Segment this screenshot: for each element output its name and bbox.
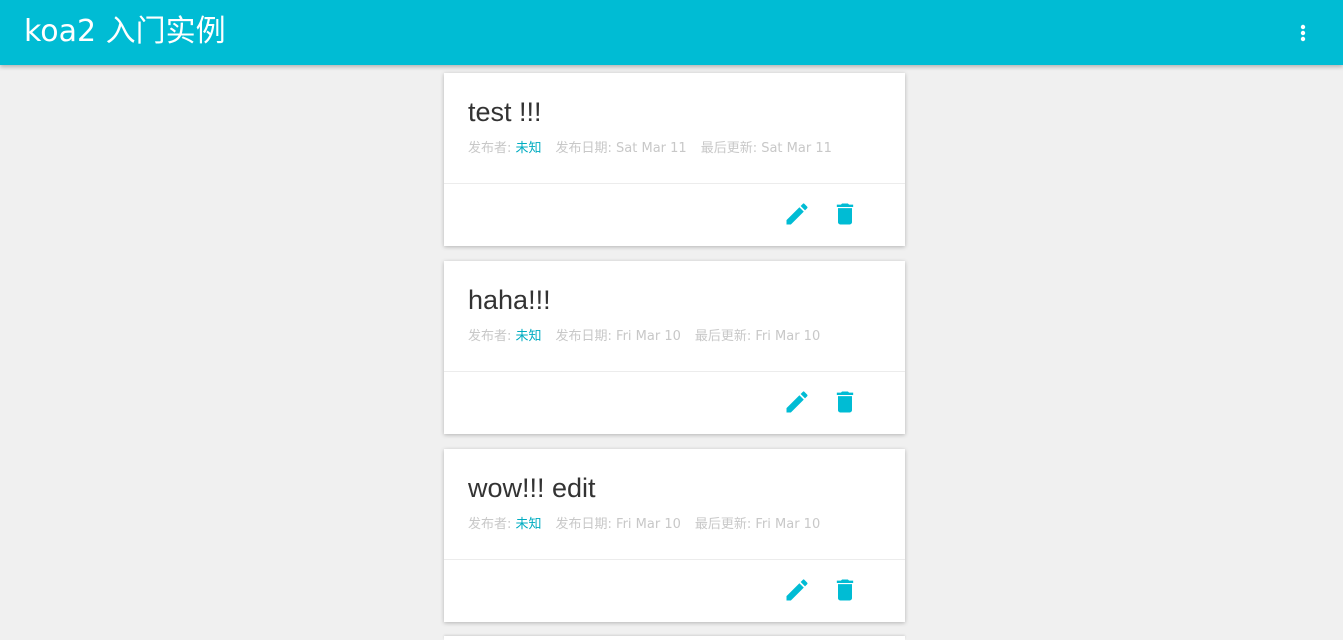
pencil-icon xyxy=(786,203,808,225)
post-card: wow!!! edit 发布者: 未知 发布日期: Fri Mar 10 最后更新:… xyxy=(444,449,905,622)
card-actions xyxy=(444,560,905,622)
updated-label: 最后更新: xyxy=(694,329,756,344)
post-list: test !!! 发布者: 未知 发布日期: Sat Mar 11 最后更新: Sa… xyxy=(444,73,905,637)
more-vert-icon xyxy=(1300,24,1306,42)
updated-value: Fri Mar 10 xyxy=(755,517,821,532)
post-card: test !!! 发布者: 未知 发布日期: Sat Mar 11 最后更新: Sa… xyxy=(444,73,905,246)
post-card: haha!!! 发布者: 未知 发布日期: Fri Mar 10 最后更新: Fri… xyxy=(444,261,905,434)
author-meta: 发布者: 未知 xyxy=(468,140,542,158)
post-meta: 发布者: 未知 发布日期: Sat Mar 11 最后更新: Sat Mar 11 xyxy=(468,140,846,158)
more-menu-button[interactable] xyxy=(1291,18,1315,48)
updated-value: Sat Mar 11 xyxy=(761,141,832,156)
edit-button[interactable] xyxy=(783,200,811,228)
published-label: 发布日期: xyxy=(555,517,617,532)
app-title: koa2 入门实例 xyxy=(24,14,226,49)
author-value[interactable]: 未知 xyxy=(516,517,542,532)
published-value: Fri Mar 10 xyxy=(616,329,681,344)
card-actions xyxy=(444,184,905,246)
author-meta: 发布者: 未知 xyxy=(468,516,542,534)
updated-meta: 最后更新: Fri Mar 10 xyxy=(695,516,820,534)
trash-icon xyxy=(836,391,854,413)
author-label: 发布者: xyxy=(468,141,516,156)
delete-button[interactable] xyxy=(831,388,859,416)
updated-value: Fri Mar 10 xyxy=(755,329,821,344)
card-actions xyxy=(444,372,905,434)
app-bar: koa2 入门实例 xyxy=(0,0,1343,65)
pencil-icon xyxy=(786,579,808,601)
delete-button[interactable] xyxy=(831,576,859,604)
published-meta: 发布日期: Fri Mar 10 xyxy=(556,516,681,534)
updated-label: 最后更新: xyxy=(700,141,762,156)
edit-button[interactable] xyxy=(783,576,811,604)
next-post-card-edge xyxy=(444,636,905,640)
pencil-icon xyxy=(786,391,808,413)
post-title[interactable]: haha!!! xyxy=(468,283,551,317)
published-value: Fri Mar 10 xyxy=(616,517,681,532)
published-meta: 发布日期: Fri Mar 10 xyxy=(556,328,681,346)
updated-label: 最后更新: xyxy=(694,517,756,532)
updated-meta: 最后更新: Fri Mar 10 xyxy=(695,328,820,346)
trash-icon xyxy=(836,579,854,601)
author-value[interactable]: 未知 xyxy=(516,141,542,156)
published-label: 发布日期: xyxy=(555,329,617,344)
post-title[interactable]: test !!! xyxy=(468,95,542,129)
post-meta: 发布者: 未知 发布日期: Fri Mar 10 最后更新: Fri Mar 10 xyxy=(468,516,834,534)
published-meta: 发布日期: Sat Mar 11 xyxy=(556,140,687,158)
post-title[interactable]: wow!!! edit xyxy=(468,471,596,505)
updated-meta: 最后更新: Sat Mar 11 xyxy=(701,140,832,158)
author-meta: 发布者: 未知 xyxy=(468,328,542,346)
delete-button[interactable] xyxy=(831,200,859,228)
author-label: 发布者: xyxy=(468,329,516,344)
author-value[interactable]: 未知 xyxy=(516,329,542,344)
published-label: 发布日期: xyxy=(555,141,617,156)
trash-icon xyxy=(836,203,854,225)
published-value: Sat Mar 11 xyxy=(616,141,687,156)
author-label: 发布者: xyxy=(468,517,516,532)
edit-button[interactable] xyxy=(783,388,811,416)
post-meta: 发布者: 未知 发布日期: Fri Mar 10 最后更新: Fri Mar 10 xyxy=(468,328,834,346)
